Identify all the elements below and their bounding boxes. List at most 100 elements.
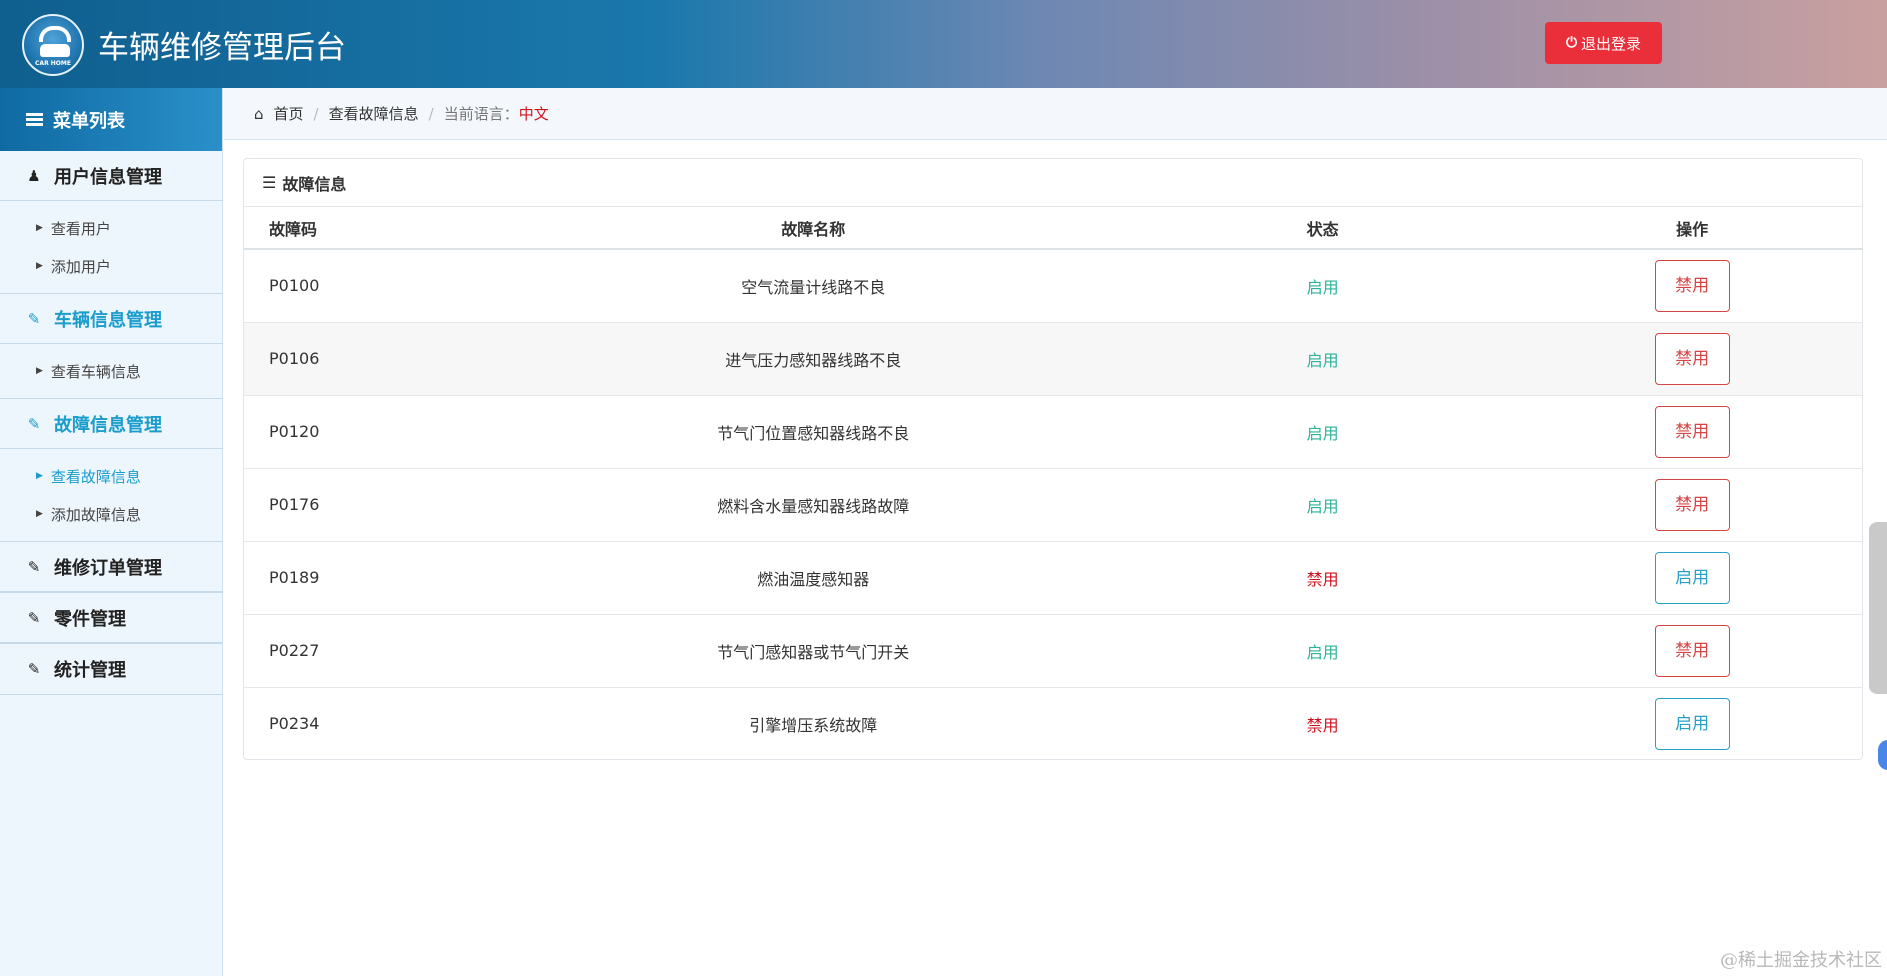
sidebar-group-users: ♟ 用户信息管理 ▶ 查看用户 ▶ 添加用户	[0, 151, 222, 294]
sidebar-item-fault-management[interactable]: ✎ 故障信息管理	[0, 399, 222, 449]
fault-status: 启用	[1122, 468, 1523, 542]
logout-button[interactable]: ⏻ 退出登录	[1545, 22, 1662, 64]
enable-button[interactable]: 启用	[1654, 551, 1730, 604]
sidebar: 菜单列表 ♟ 用户信息管理 ▶ 查看用户 ▶ 添加用户 ✎ 车辆信息管理 ▶ 查…	[0, 88, 223, 976]
watermark: @稀土掘金技术社区	[1720, 950, 1882, 971]
caret-right-icon: ▶	[36, 223, 43, 233]
edit-icon: ✎	[27, 309, 41, 328]
sidebar-item-view-faults[interactable]: ▶ 查看故障信息	[36, 457, 222, 495]
fault-name: 空气流量计线路不良	[503, 249, 1123, 323]
sidebar-item-repair-orders[interactable]: ✎ 维修订单管理	[0, 542, 222, 592]
fault-code: P0120	[244, 395, 504, 469]
sidebar-item-parts[interactable]: ✎ 零件管理	[0, 593, 222, 643]
disable-button[interactable]: 禁用	[1654, 332, 1730, 385]
sidebar-group-vehicles: ✎ 车辆信息管理 ▶ 查看车辆信息	[0, 294, 222, 399]
disable-button[interactable]: 禁用	[1654, 259, 1730, 312]
sidebar-group-label: 故障信息管理	[54, 414, 162, 436]
user-icon: ♟	[27, 166, 41, 185]
bars-icon: ☰	[262, 173, 277, 192]
sidebar-group-label: 零件管理	[54, 608, 126, 630]
sidebar-item-label: 添加用户	[50, 257, 111, 276]
sidebar-item-vehicle-management[interactable]: ✎ 车辆信息管理	[0, 294, 222, 344]
sidebar-group-orders: ✎ 维修订单管理	[0, 542, 222, 593]
enable-button[interactable]: 启用	[1654, 697, 1730, 750]
fault-code: P0176	[244, 468, 504, 542]
sidebar-group-label: 车辆信息管理	[54, 309, 162, 331]
fault-status: 启用	[1122, 249, 1523, 323]
table-row: P0189 燃油温度感知器 禁用 启用	[244, 541, 1862, 615]
fault-status: 禁用	[1122, 541, 1523, 615]
table-row: P0120 节气门位置感知器线路不良 启用 禁用	[244, 395, 1862, 469]
column-header-action: 操作	[1522, 207, 1862, 250]
column-header-code: 故障码	[244, 207, 504, 250]
breadcrumb-separator: /	[428, 104, 434, 123]
fault-name: 节气门感知器或节气门开关	[503, 614, 1123, 688]
sidebar-item-statistics[interactable]: ✎ 统计管理	[0, 644, 222, 694]
edit-icon: ✎	[27, 557, 41, 576]
fault-status: 启用	[1122, 395, 1523, 469]
logout-label: 退出登录	[1581, 34, 1642, 53]
caret-right-icon: ▶	[36, 366, 43, 376]
fault-name: 引擎增压系统故障	[749, 715, 878, 735]
power-icon: ⏻	[1565, 35, 1578, 51]
sidebar-group-label: 维修订单管理	[54, 557, 162, 579]
panel-title: 故障信息	[282, 174, 347, 194]
sidebar-item-label: 查看用户	[50, 219, 111, 238]
top-header: CAR HOME 车辆维修管理后台 ⏻ 退出登录	[0, 0, 1887, 88]
disable-button[interactable]: 禁用	[1654, 624, 1730, 677]
fault-code: P0100	[244, 249, 504, 323]
edit-icon: ✎	[27, 414, 41, 433]
fault-name: 进气压力感知器线路不良	[503, 322, 1123, 396]
floating-assistant-button[interactable]	[1878, 740, 1887, 770]
fault-code: P0189	[244, 541, 504, 615]
caret-right-icon: ▶	[36, 471, 43, 481]
edit-icon: ✎	[27, 660, 41, 678]
table-row: P0100 空气流量计线路不良 启用 禁用	[244, 249, 1862, 323]
disable-button[interactable]: 禁用	[1654, 405, 1730, 458]
fault-status: 启用	[1122, 614, 1523, 688]
sidebar-item-add-user[interactable]: ▶ 添加用户	[36, 247, 222, 285]
table-row: P0234 引擎增压系统故障 禁用 启用	[244, 687, 1862, 760]
fault-code: P0106	[244, 322, 504, 396]
list-icon	[26, 111, 43, 128]
sidebar-item-add-fault[interactable]: ▶ 添加故障信息	[36, 495, 222, 533]
sidebar-item-label: 查看车辆信息	[50, 362, 141, 381]
floating-side-widget[interactable]	[1869, 522, 1887, 694]
fault-info-panel: ☰ 故障信息 故障码 故障名称 状态 操作 P0100 空气流量计线路不良 启用…	[243, 158, 1863, 760]
fault-code: P0227	[244, 614, 504, 688]
column-header-status: 状态	[1122, 207, 1523, 250]
breadcrumb-home[interactable]: 首页	[274, 103, 304, 124]
disable-button[interactable]: 禁用	[1654, 478, 1730, 531]
sidebar-group-label: 用户信息管理	[54, 166, 162, 188]
breadcrumb-current[interactable]: 查看故障信息	[329, 103, 419, 124]
car-home-logo: CAR HOME	[22, 14, 84, 76]
sidebar-item-view-vehicles[interactable]: ▶ 查看车辆信息	[36, 352, 222, 390]
fault-name: 燃料含水量感知器线路故障	[503, 468, 1123, 542]
sidebar-item-view-users[interactable]: ▶ 查看用户	[36, 209, 222, 247]
panel-header: ☰ 故障信息	[244, 159, 1862, 207]
breadcrumb: ⌂ 首页 / 查看故障信息 / 当前语言：中文	[224, 88, 1887, 140]
fault-table: 故障码 故障名称 状态 操作 P0100 空气流量计线路不良 启用 禁用 P01…	[244, 207, 1862, 760]
column-header-name: 故障名称	[503, 207, 1123, 250]
caret-right-icon: ▶	[36, 261, 43, 271]
fault-name: 燃油温度感知器	[503, 541, 1123, 615]
caret-right-icon: ▶	[36, 509, 43, 519]
sidebar-group-label: 统计管理	[54, 660, 126, 681]
fault-status: 启用	[1122, 322, 1523, 396]
table-row: P0227 节气门感知器或节气门开关 启用 禁用	[244, 614, 1862, 688]
table-row: P0106 进气压力感知器线路不良 启用 禁用	[244, 322, 1862, 396]
language-value: 中文	[518, 105, 549, 123]
sidebar-item-label: 查看故障信息	[50, 467, 141, 486]
home-icon: ⌂	[254, 104, 264, 123]
app-title: 车辆维修管理后台	[98, 30, 346, 66]
sidebar-group-stats: ✎ 统计管理	[0, 644, 222, 695]
sidebar-item-user-management[interactable]: ♟ 用户信息管理	[0, 151, 222, 201]
edit-icon: ✎	[27, 608, 41, 627]
fault-name: 节气门位置感知器线路不良	[503, 395, 1123, 469]
fault-code: P0234	[269, 714, 320, 734]
sidebar-item-label: 添加故障信息	[50, 505, 141, 524]
sidebar-group-parts: ✎ 零件管理	[0, 593, 222, 644]
logo-caption: CAR HOME	[35, 60, 71, 67]
table-row: P0176 燃料含水量感知器线路故障 启用 禁用	[244, 468, 1862, 542]
menu-header: 菜单列表	[0, 88, 222, 151]
